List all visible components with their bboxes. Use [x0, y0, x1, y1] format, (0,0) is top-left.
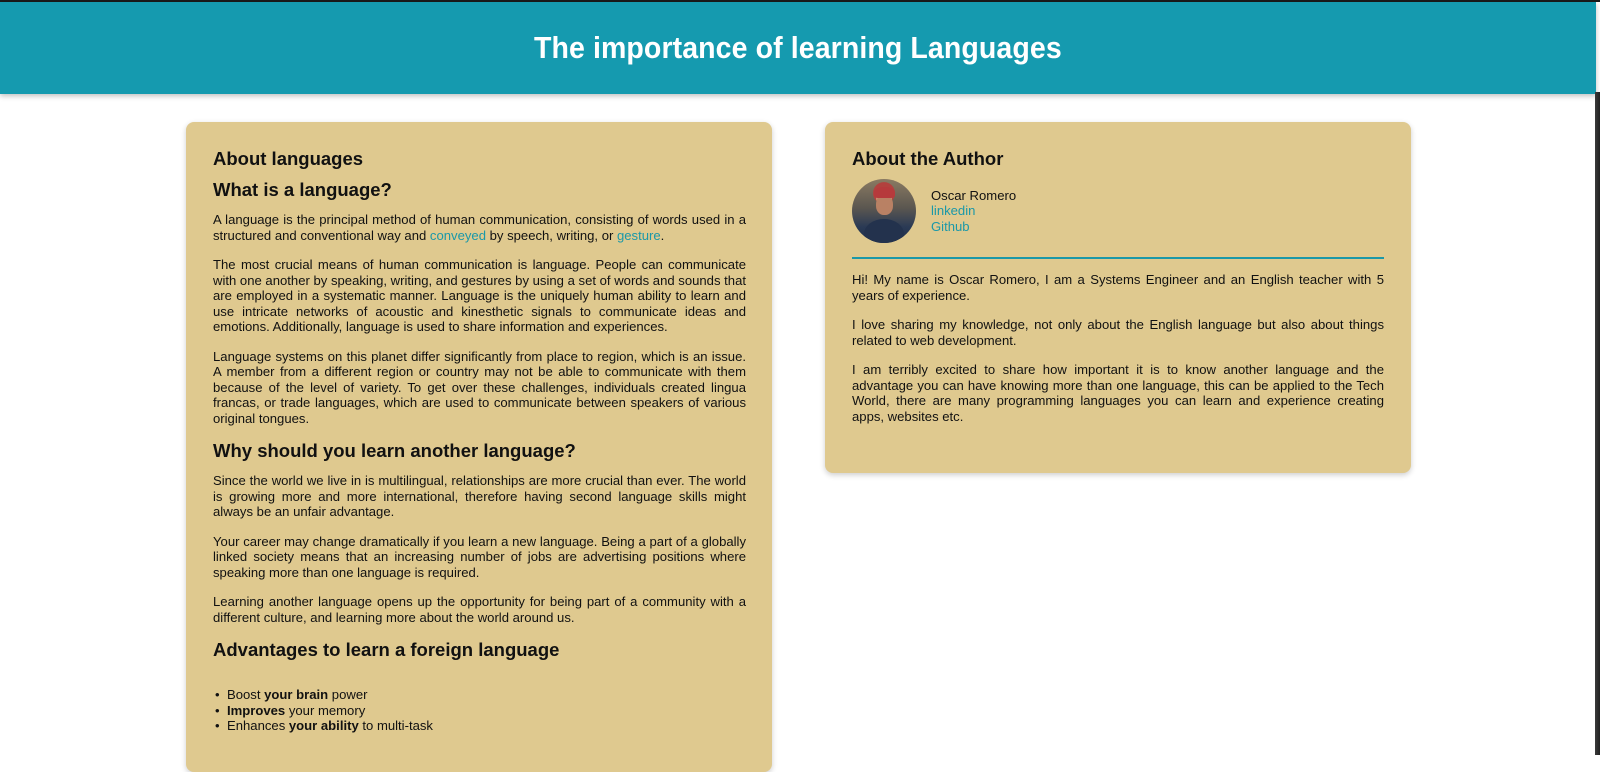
about-author-card: About the Author Oscar Romero linkedin G…	[825, 122, 1411, 473]
conveyed-link[interactable]: conveyed	[430, 228, 486, 243]
section-heading-why: Why should you learn another language?	[213, 440, 576, 461]
section-heading-advantages: Advantages to learn a foreign language	[213, 639, 560, 660]
about-languages-card: About languages What is a language? A la…	[186, 122, 772, 772]
author-avatar	[852, 179, 916, 243]
author-bio-paragraph: I love sharing my knowledge, not only ab…	[852, 317, 1384, 348]
list-item: Improves your memory	[213, 703, 746, 719]
card-title: About the Author	[852, 148, 1004, 169]
paragraph-text: .	[660, 227, 665, 243]
item-text: Boost	[227, 687, 265, 702]
item-text: to multi-task	[358, 718, 433, 733]
item-text: your memory	[285, 702, 366, 718]
author-bio-paragraph: I am terribly excited to share how impor…	[852, 362, 1384, 424]
scrollbar-track[interactable]	[1595, 92, 1600, 755]
advantages-list: Boost your brain power Improves your mem…	[213, 687, 746, 734]
paragraph: The most crucial means of human communic…	[213, 257, 746, 334]
paragraph: Learning another language opens up the o…	[213, 594, 746, 625]
avatar-body	[864, 219, 904, 243]
item-text: power	[328, 687, 368, 702]
item-bold: your brain	[264, 687, 329, 702]
paragraph-definition: A language is the principal method of hu…	[213, 212, 746, 243]
paragraph: Since the world we live in is multilingu…	[213, 473, 746, 519]
list-item: Boost your brain power	[213, 687, 746, 703]
page-title: The importance of learning Languages	[534, 30, 1062, 65]
item-bold: your ability	[288, 718, 359, 733]
item-text: Enhances	[227, 718, 289, 733]
linkedin-link[interactable]: linkedin	[931, 203, 975, 218]
item-bold: Improves	[227, 702, 286, 718]
divider	[852, 257, 1384, 259]
list-item: Enhances your ability to multi-task	[213, 718, 746, 734]
avatar-cap	[874, 187, 895, 198]
gesture-link[interactable]: gesture	[617, 228, 661, 243]
author-bio-paragraph: Hi! My name is Oscar Romero, I am a Syst…	[852, 272, 1384, 303]
paragraph: Your career may change dramatically if y…	[213, 533, 746, 580]
author-name: Oscar Romero	[931, 187, 1017, 203]
card-title: About languages	[213, 148, 364, 169]
paragraph: Language systems on this planet differ s…	[213, 348, 746, 426]
section-heading-what: What is a language?	[213, 179, 392, 200]
paragraph-text: by speech, writing, or	[485, 227, 617, 243]
page-header: The importance of learning Languages	[0, 2, 1596, 94]
author-info: Oscar Romero linkedin Github	[931, 188, 1016, 235]
author-profile: Oscar Romero linkedin Github	[852, 179, 1384, 243]
github-link[interactable]: Github	[931, 219, 970, 234]
avatar-face	[876, 195, 893, 215]
